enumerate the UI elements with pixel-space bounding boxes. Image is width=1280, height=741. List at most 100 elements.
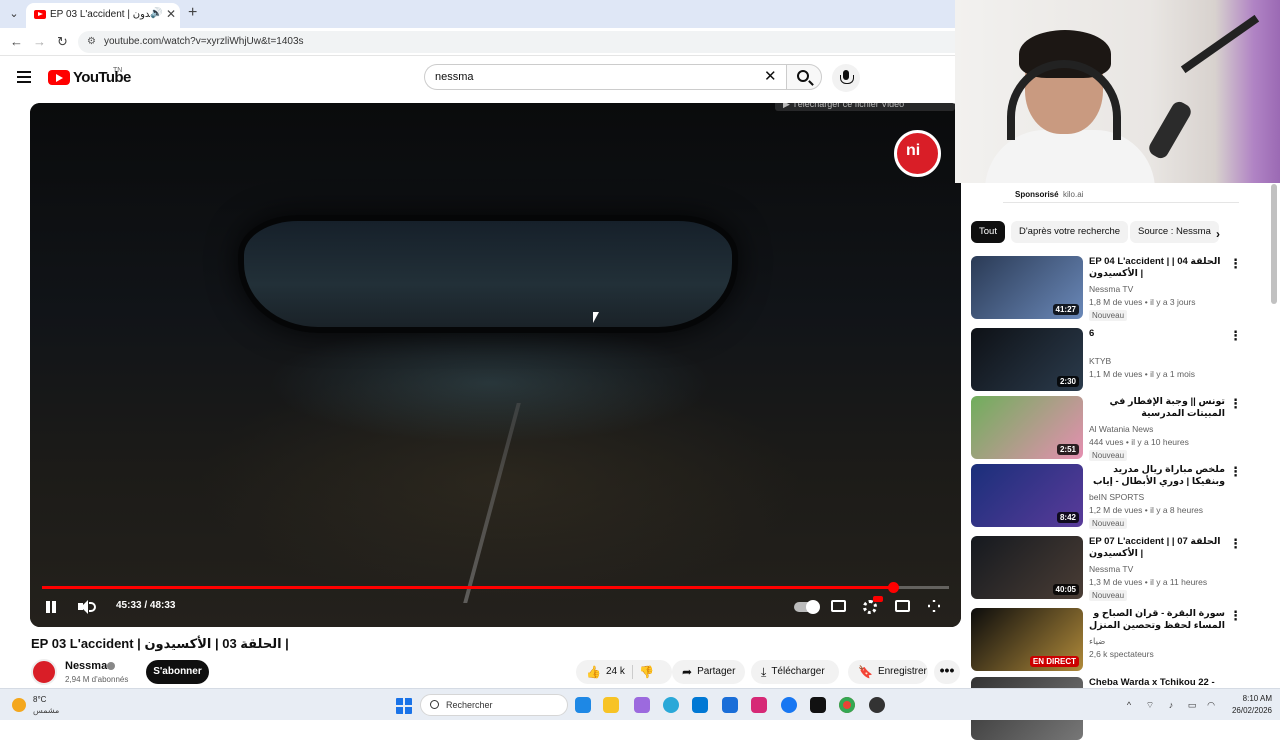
search-icon <box>797 70 809 82</box>
sun-weather-icon[interactable] <box>12 698 26 712</box>
back-arrow-icon[interactable]: ← <box>10 34 23 49</box>
instagram-icon[interactable] <box>751 697 767 713</box>
clock-time[interactable]: 8:10 AM <box>1232 694 1272 703</box>
task-view-icon[interactable] <box>575 697 591 713</box>
edge-icon[interactable] <box>663 697 679 713</box>
studio-microphone-icon <box>1146 99 1194 161</box>
media-app-icon[interactable] <box>869 697 885 713</box>
recommendation-meta: 1,3 M de vues • il y a 11 heures <box>1089 577 1208 587</box>
save-button[interactable]: 🔖 Enregistrer <box>848 660 928 684</box>
more-options-icon[interactable]: ⋮ <box>1229 465 1242 478</box>
store-icon[interactable] <box>692 697 708 713</box>
tiktok-icon[interactable] <box>810 697 826 713</box>
new-badge: Nouveau <box>1089 310 1128 321</box>
recommendation-channel: Nessma TV <box>1089 564 1134 574</box>
channel-name[interactable]: Nessma <box>65 660 107 672</box>
copilot-icon[interactable] <box>634 697 650 713</box>
fullscreen-icon[interactable] <box>928 600 940 612</box>
file-explorer-icon[interactable] <box>603 697 619 713</box>
more-options-icon[interactable]: ⋮ <box>1229 397 1242 410</box>
sponsored-ad-card[interactable]: Sponsorisé kilo.ai <box>1003 175 1239 203</box>
like-button[interactable]: 👍 24 k 👎 <box>576 660 672 684</box>
chrome-icon[interactable] <box>839 697 855 713</box>
recommendation-item[interactable]: 40:05 EP 07 L'accident | الحلقة 07 | الأك… <box>971 536 1242 601</box>
download-video-overlay[interactable]: ▶ Télécharger ce fichier Vidéo <box>775 103 955 111</box>
sidebar-scrollbar[interactable] <box>1271 184 1277 304</box>
share-arrow-icon: ➦ <box>682 665 693 679</box>
recommendation-item[interactable]: 2:51 تونس || وجبة الإفطار في المبيتات الم… <box>971 396 1242 461</box>
volume-icon[interactable] <box>78 599 96 615</box>
recommendation-item[interactable]: 41:27 EP 04 L'accident | الحلقة 04 | الأك… <box>971 256 1242 321</box>
download-button[interactable]: ⤓ Télécharger <box>751 660 839 684</box>
thumbs-down-icon[interactable]: 👎 <box>639 660 654 684</box>
battery-icon[interactable]: ▭ <box>1187 700 1197 710</box>
search-input[interactable]: nessma ✕ <box>424 64 786 90</box>
more-options-icon[interactable]: ⋮ <box>1229 329 1242 342</box>
recommendation-thumbnail[interactable]: 8:42 <box>971 464 1083 527</box>
voice-search-button[interactable] <box>832 64 860 92</box>
wifi-icon[interactable]: ◠ <box>1206 700 1216 710</box>
new-badge: Nouveau <box>1089 590 1128 601</box>
recommendation-thumbnail[interactable]: 40:05 <box>971 536 1083 599</box>
browser-tab-active[interactable]: EP 03 L'accident | الأكسيدون 🔊 ✕ <box>26 3 180 28</box>
site-info-icon[interactable]: ⚙ <box>87 36 99 48</box>
video-frame[interactable]: ni ▶ Télécharger ce fichier Vidéo <box>30 103 961 627</box>
webcam-overlay <box>955 0 1280 183</box>
chevron-right-icon[interactable]: › <box>1216 227 1220 241</box>
miniplayer-icon[interactable] <box>895 600 910 612</box>
recommendation-item[interactable]: EN DIRECT سورة البقرة - قرآن الصباح و الم… <box>971 608 1242 672</box>
recommendation-thumbnail[interactable]: 2:30 <box>971 328 1083 391</box>
more-options-icon[interactable]: ⋮ <box>1229 609 1242 622</box>
channel-avatar[interactable] <box>31 659 57 685</box>
taskbar-search-placeholder: Rechercher <box>446 700 493 710</box>
progress-bar[interactable] <box>42 582 949 593</box>
progress-scrubber-handle[interactable] <box>887 582 899 593</box>
recommendation-item[interactable]: 2:30 6 KTYB 1,1 M de vues • il y a 1 mois ⋮ <box>971 328 1242 392</box>
pause-icon[interactable] <box>45 601 57 613</box>
clear-search-icon[interactable]: ✕ <box>764 69 777 85</box>
autoplay-toggle[interactable] <box>794 600 820 614</box>
url-field[interactable]: ⚙ youtube.com/watch?v=xyrzliWhjUw&t=1403… <box>78 31 955 53</box>
windows-start-icon[interactable] <box>396 698 412 714</box>
more-options-icon[interactable]: ⋮ <box>1229 537 1242 550</box>
recommendation-thumbnail[interactable]: 41:27 <box>971 256 1083 319</box>
sponsored-label: Sponsorisé <box>1015 190 1059 199</box>
chip-all[interactable]: Tout <box>971 221 1005 243</box>
reload-icon[interactable]: ↻ <box>57 34 68 50</box>
country-code: TN <box>113 67 123 74</box>
download-icon: ⤓ <box>761 665 767 679</box>
chip-related-search[interactable]: D'après votre recherche <box>1011 221 1129 243</box>
more-actions-button[interactable]: ••• <box>934 660 960 684</box>
subtitles-icon[interactable] <box>831 600 846 612</box>
new-tab-plus-icon[interactable]: + <box>188 5 197 21</box>
facebook-icon[interactable] <box>781 697 797 713</box>
volume-tray-icon[interactable]: ♪ <box>1166 700 1176 710</box>
like-dislike-divider <box>632 665 633 679</box>
ad-domain: kilo.ai <box>1063 190 1084 199</box>
tab-close-icon[interactable]: ✕ <box>166 7 176 21</box>
settings-gear-icon[interactable] <box>863 600 877 614</box>
recommendation-thumbnail[interactable]: 2:51 <box>971 396 1083 459</box>
mail-icon[interactable] <box>722 697 738 713</box>
share-button[interactable]: ➦ Partager <box>672 660 745 684</box>
chip-source-nessma[interactable]: Source : Nessma <box>1130 221 1219 243</box>
hamburger-menu-icon[interactable] <box>17 71 31 83</box>
recommendation-meta: 1,2 M de vues • il y a 8 heures <box>1089 505 1204 515</box>
tray-chevron-up-icon[interactable]: ^ <box>1124 700 1134 710</box>
recommendation-title: سورة البقرة - قرآن الصباح و المساء لحفظ … <box>1089 608 1225 631</box>
recommendation-thumbnail[interactable]: EN DIRECT <box>971 608 1083 671</box>
share-label: Partager <box>697 666 736 677</box>
forward-arrow-icon[interactable]: → <box>33 34 46 49</box>
search-button[interactable] <box>786 64 822 90</box>
more-options-icon[interactable]: ⋮ <box>1229 257 1242 270</box>
taskbar-search-input[interactable]: Rechercher <box>420 694 568 716</box>
tab-audio-speaker-icon[interactable]: 🔊 <box>150 8 162 19</box>
recommendation-item[interactable]: 8:42 ملخص مباراة ريال مدريد وبنفيكا | دور… <box>971 464 1242 529</box>
save-label: Enregistrer <box>877 666 927 677</box>
network-icon[interactable]: ⌔ <box>1145 700 1155 710</box>
clock-date[interactable]: 26/02/2026 <box>1226 706 1272 715</box>
subscribe-button[interactable]: S'abonner <box>146 660 209 684</box>
video-duration: 8:42 <box>1056 512 1079 523</box>
video-player[interactable]: ni ▶ Télécharger ce fichier Vidéo 45:33 … <box>30 103 961 627</box>
tab-search-chevron-icon[interactable]: ⌄ <box>6 6 22 22</box>
